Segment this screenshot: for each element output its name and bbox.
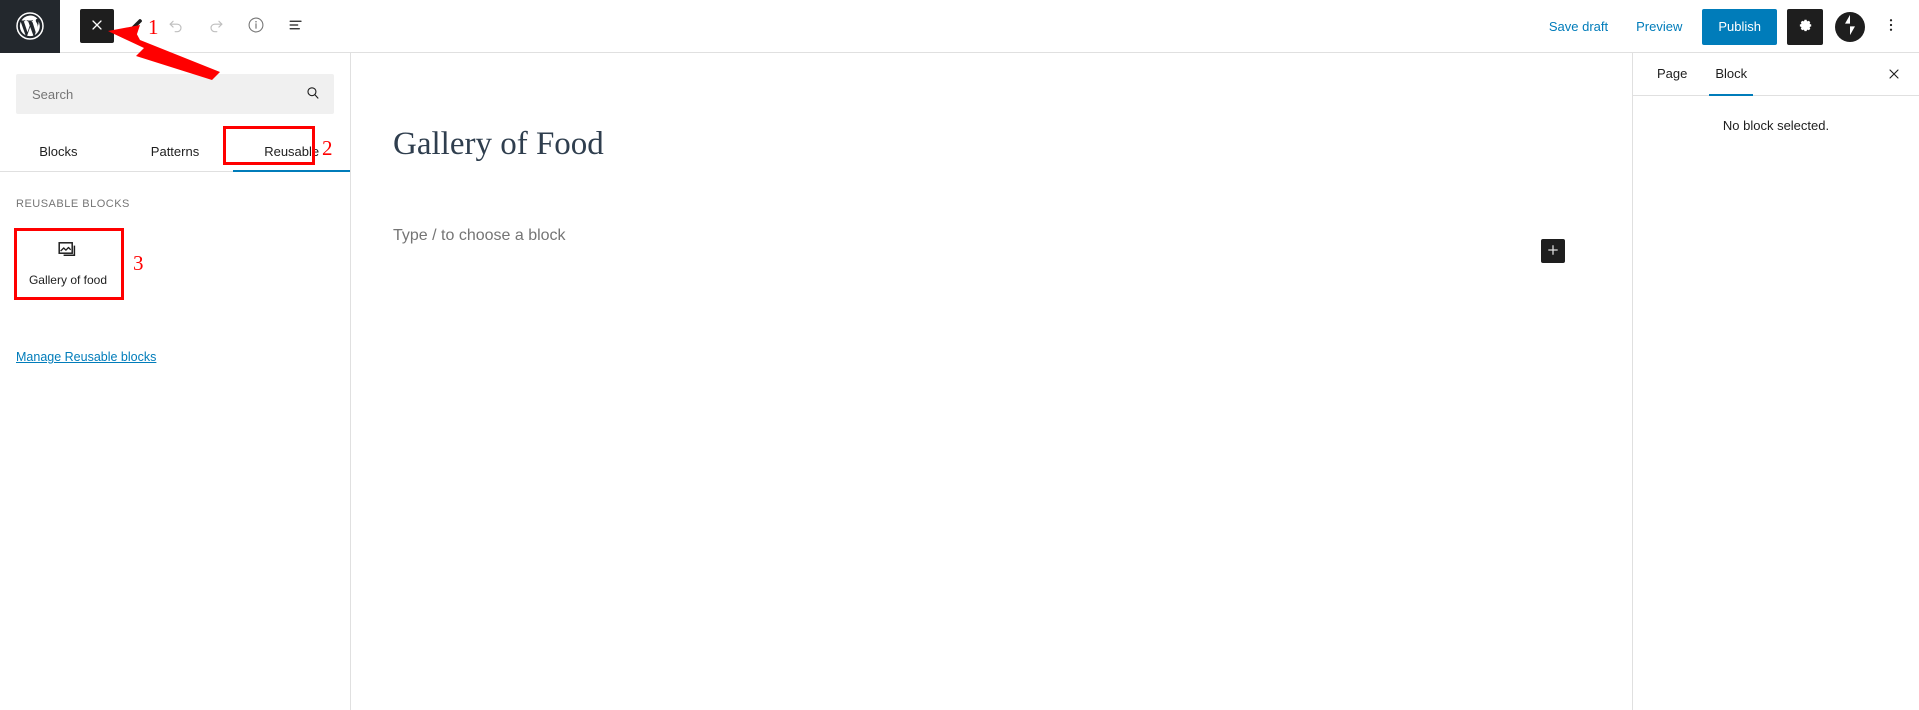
- gallery-icon: [56, 238, 80, 265]
- search-icon: [304, 84, 322, 105]
- reusable-blocks-grid: Gallery of food: [0, 210, 350, 296]
- close-settings-sidebar-button[interactable]: [1877, 58, 1911, 92]
- header-left-tool-group: [60, 0, 314, 53]
- header-right-action-group: Save draft Preview Publish: [1537, 0, 1909, 53]
- search-submit-button[interactable]: [300, 81, 326, 107]
- reusable-block-label: Gallery of food: [28, 272, 108, 287]
- kebab-menu-icon: [1882, 16, 1900, 37]
- jetpack-button[interactable]: [1835, 11, 1865, 42]
- close-icon: [1886, 66, 1902, 85]
- manage-reusable-blocks-link[interactable]: Manage Reusable blocks: [16, 350, 156, 364]
- tab-reusable[interactable]: Reusable: [233, 132, 350, 172]
- list-view-icon: [286, 15, 306, 38]
- edit-mode-button[interactable]: [118, 8, 154, 44]
- inserter-tabs: Blocks Patterns Reusable: [0, 132, 350, 172]
- search-container: [16, 74, 334, 114]
- wordpress-logo-icon: [15, 11, 45, 41]
- redo-arrow-icon: [206, 15, 226, 38]
- block-inserter-panel: Blocks Patterns Reusable REUSABLE BLOCKS…: [0, 53, 351, 710]
- undo-arrow-icon: [166, 15, 186, 38]
- preview-button[interactable]: Preview: [1624, 11, 1694, 42]
- tab-block[interactable]: Block: [1701, 53, 1761, 96]
- details-button[interactable]: [238, 8, 274, 44]
- block-appender-button[interactable]: [1541, 239, 1565, 263]
- publish-button[interactable]: Publish: [1702, 8, 1777, 45]
- more-options-button[interactable]: [1873, 9, 1909, 45]
- editor-window: Save draft Preview Publish Search Blocks…: [0, 0, 1919, 710]
- reusable-block-gallery-of-food[interactable]: Gallery of food: [16, 228, 120, 296]
- search-input[interactable]: [16, 74, 334, 114]
- settings-sidebar-tabs: Page Block: [1633, 53, 1919, 96]
- close-icon: [89, 17, 105, 36]
- close-editor-button[interactable]: [80, 9, 114, 43]
- paragraph-block-placeholder[interactable]: Type / to choose a block: [351, 165, 1632, 245]
- save-draft-button[interactable]: Save draft: [1537, 11, 1620, 42]
- post-title[interactable]: Gallery of Food: [351, 53, 1632, 165]
- list-view-button[interactable]: [278, 8, 314, 44]
- gear-icon: [1796, 16, 1815, 38]
- editor-header-toolbar: Save draft Preview Publish: [0, 0, 1919, 53]
- jetpack-icon: [1837, 12, 1863, 41]
- plus-icon: [1546, 243, 1560, 260]
- pencil-icon: [126, 15, 146, 38]
- tab-patterns[interactable]: Patterns: [117, 132, 234, 171]
- redo-button[interactable]: [198, 8, 234, 44]
- info-circle-icon: [246, 15, 266, 38]
- no-block-selected-message: No block selected.: [1722, 118, 1830, 133]
- editor-canvas: Gallery of Food Type / to choose a block: [351, 53, 1632, 710]
- settings-sidebar: Page Block No block selected.: [1632, 53, 1919, 710]
- undo-button[interactable]: [158, 8, 194, 44]
- reusable-blocks-section-title: REUSABLE BLOCKS: [16, 198, 130, 210]
- wordpress-logo[interactable]: [0, 0, 60, 53]
- manage-reusable-blocks-container: Manage Reusable blocks: [0, 296, 350, 366]
- tab-blocks[interactable]: Blocks: [0, 132, 117, 171]
- tab-page[interactable]: Page: [1643, 53, 1701, 95]
- settings-button[interactable]: [1787, 8, 1823, 45]
